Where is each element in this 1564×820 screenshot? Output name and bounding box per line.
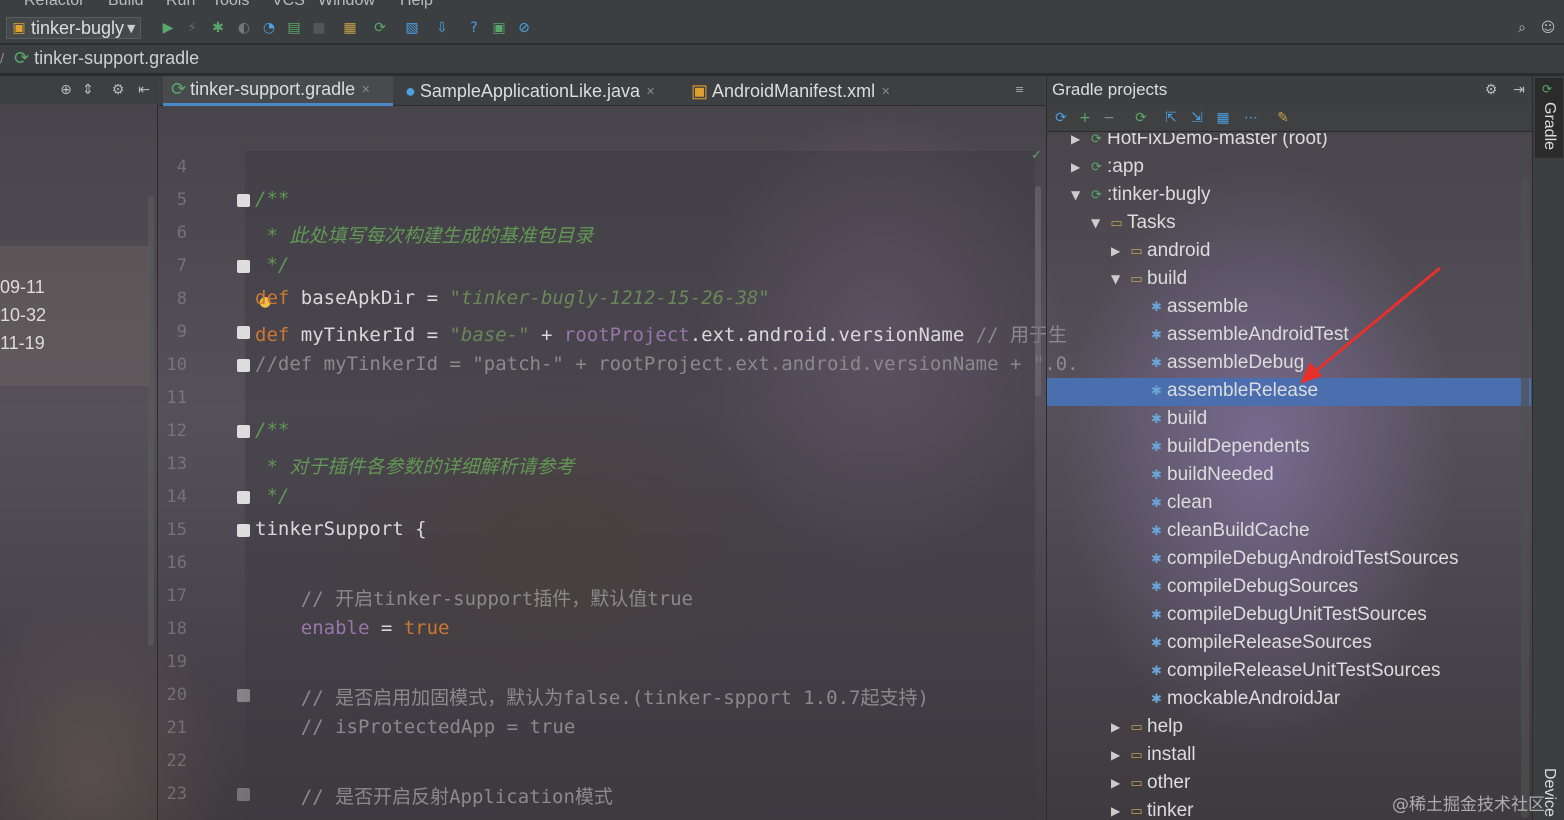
annotation-arrow-head (1300, 362, 1322, 384)
watermark: @稀土掘金技术社区 (1392, 795, 1545, 815)
gradle-icon: ⟳ (1542, 82, 1553, 96)
gradle-tool-button[interactable]: ⟳ Gradle (1535, 78, 1563, 158)
annotation-arrow (1300, 266, 1441, 384)
annotation-arrow-shaft (1311, 266, 1441, 376)
right-tool-stripe: ⟳ Gradle Device (1532, 76, 1564, 820)
gradle-tool-label: Gradle (1541, 102, 1558, 151)
